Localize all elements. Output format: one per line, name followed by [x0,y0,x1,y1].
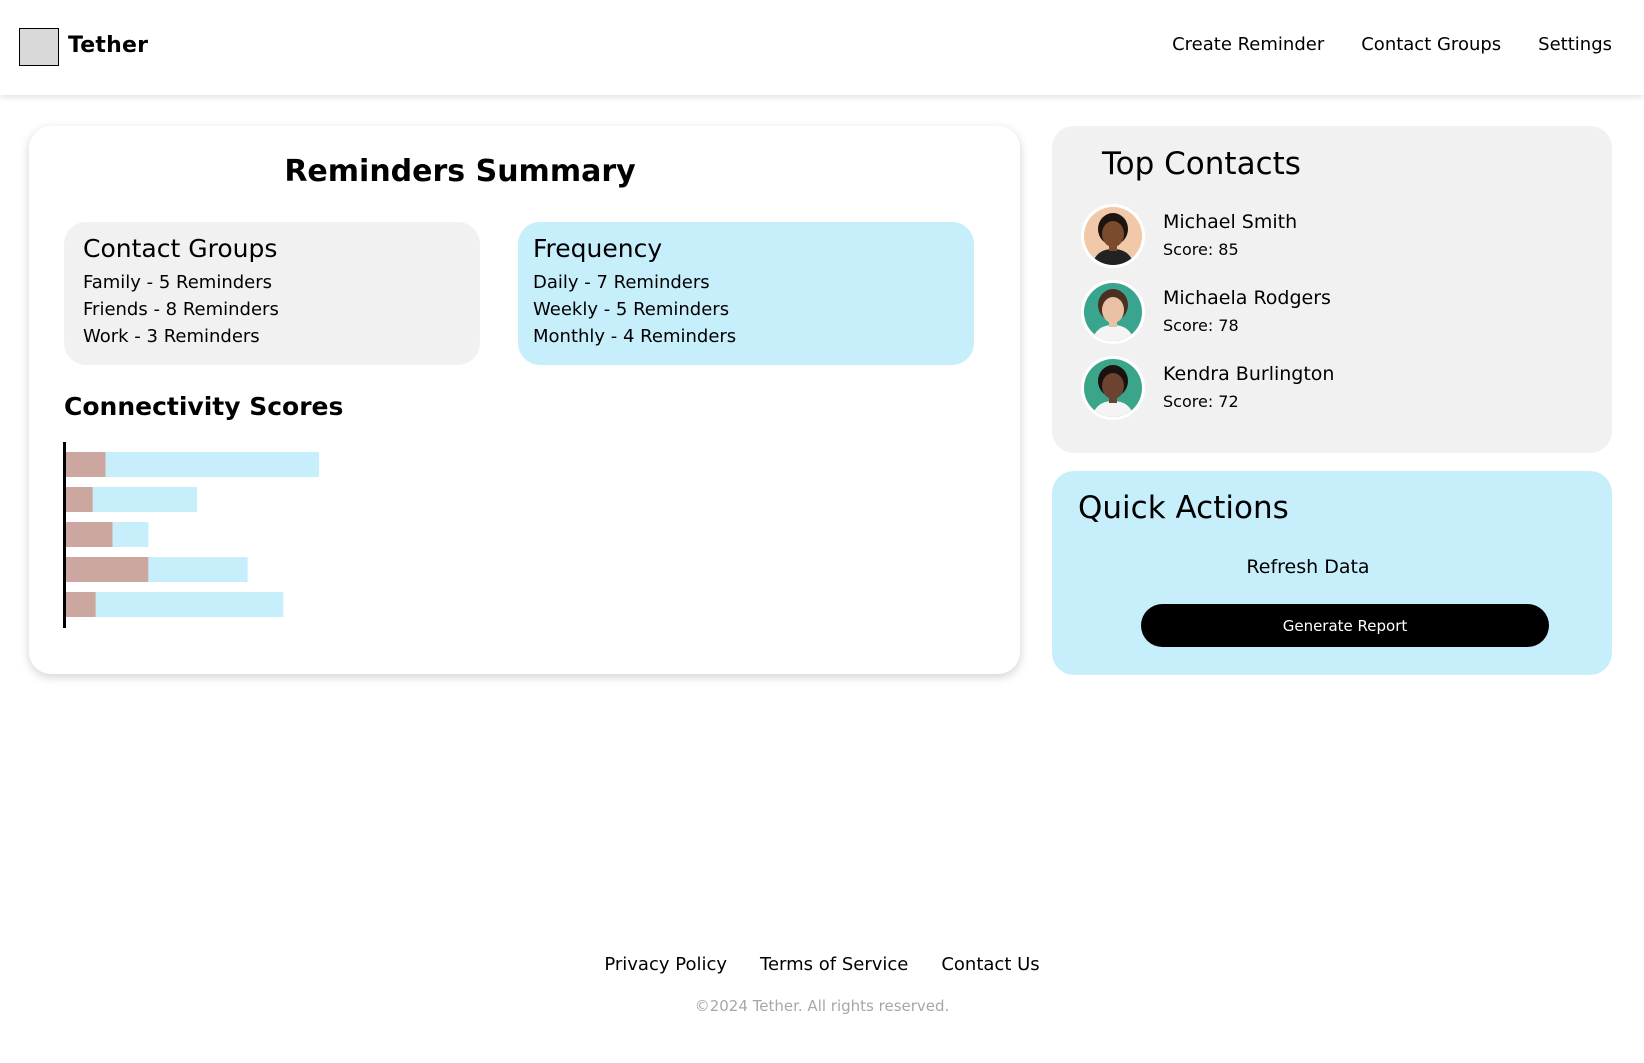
footer-links: Privacy Policy Terms of Service Contact … [0,954,1644,975]
chart-bar-segment-1 [66,452,106,477]
group-line: Family - 5 Reminders [83,272,273,293]
footer-privacy-link[interactable]: Privacy Policy [604,954,727,975]
avatar [1081,280,1145,344]
nav-contact-groups[interactable]: Contact Groups [1361,34,1501,55]
chart-bar-segment-2 [92,487,198,512]
contact-item[interactable]: Michaela Rodgers Score: 78 [1081,280,1581,346]
generate-report-button[interactable]: Generate Report [1141,604,1549,647]
chart-bar-segment-2 [105,452,320,477]
top-header: Tether Create Reminder Contact Groups Se… [0,0,1644,95]
footer-terms-link[interactable]: Terms of Service [760,954,908,975]
contact-score: Score: 85 [1163,240,1239,259]
top-contacts-card: Top Contacts Michael Smith Score: 85 Micha… [1052,126,1612,453]
top-contacts-title: Top Contacts [1102,146,1301,182]
chart-bar-segment-1 [66,557,149,582]
refresh-data-button[interactable]: Refresh Data [1052,556,1564,578]
contact-score: Score: 72 [1163,392,1239,411]
main-nav: Create Reminder Contact Groups Settings [1172,34,1612,55]
reminders-summary-card: Reminders Summary Contact Groups Family … [29,126,1020,674]
contact-groups-title: Contact Groups [83,234,278,263]
copyright-text: ©2024 Tether. All rights reserved. [694,997,950,1015]
nav-settings[interactable]: Settings [1538,34,1612,55]
contact-item[interactable]: Michael Smith Score: 85 [1081,204,1581,270]
group-line: Friends - 8 Reminders [83,299,279,320]
contact-name: Michaela Rodgers [1163,287,1331,309]
frequency-line: Monthly - 4 Reminders [533,326,737,347]
summary-title: Reminders Summary [284,154,636,189]
frequency-title: Frequency [533,234,663,263]
contact-name: Michael Smith [1163,211,1298,233]
contact-groups-box: Contact Groups Family - 5 Reminders Frie… [64,222,480,365]
chart-bar-segment-1 [66,592,96,617]
logo-placeholder[interactable] [19,28,59,66]
quick-actions-card: Quick Actions Refresh Data Generate Repo… [1052,471,1612,675]
chart-bar-segment-2 [95,592,284,617]
quick-actions-title: Quick Actions [1078,490,1289,526]
chart-bar-segment-1 [66,487,93,512]
connectivity-title: Connectivity Scores [64,392,344,421]
chart-bar-segment-2 [112,522,149,547]
avatar [1081,356,1145,420]
contact-name: Kendra Burlington [1163,363,1335,385]
contact-item[interactable]: Kendra Burlington Score: 72 [1081,356,1581,422]
nav-create-reminder[interactable]: Create Reminder [1172,34,1324,55]
contact-score: Score: 78 [1163,316,1239,335]
frequency-box: Frequency Daily - 7 Reminders Weekly - 5… [518,222,974,365]
brand-name[interactable]: Tether [68,33,148,58]
footer-contact-link[interactable]: Contact Us [941,954,1039,975]
frequency-line: Daily - 7 Reminders [533,272,710,293]
avatar [1081,204,1145,268]
frequency-line: Weekly - 5 Reminders [533,299,730,320]
chart-bar-segment-2 [148,557,248,582]
group-line: Work - 3 Reminders [83,326,260,347]
connectivity-chart [63,442,463,628]
chart-bar-segment-1 [66,522,113,547]
connectivity-chart-svg [63,442,320,628]
